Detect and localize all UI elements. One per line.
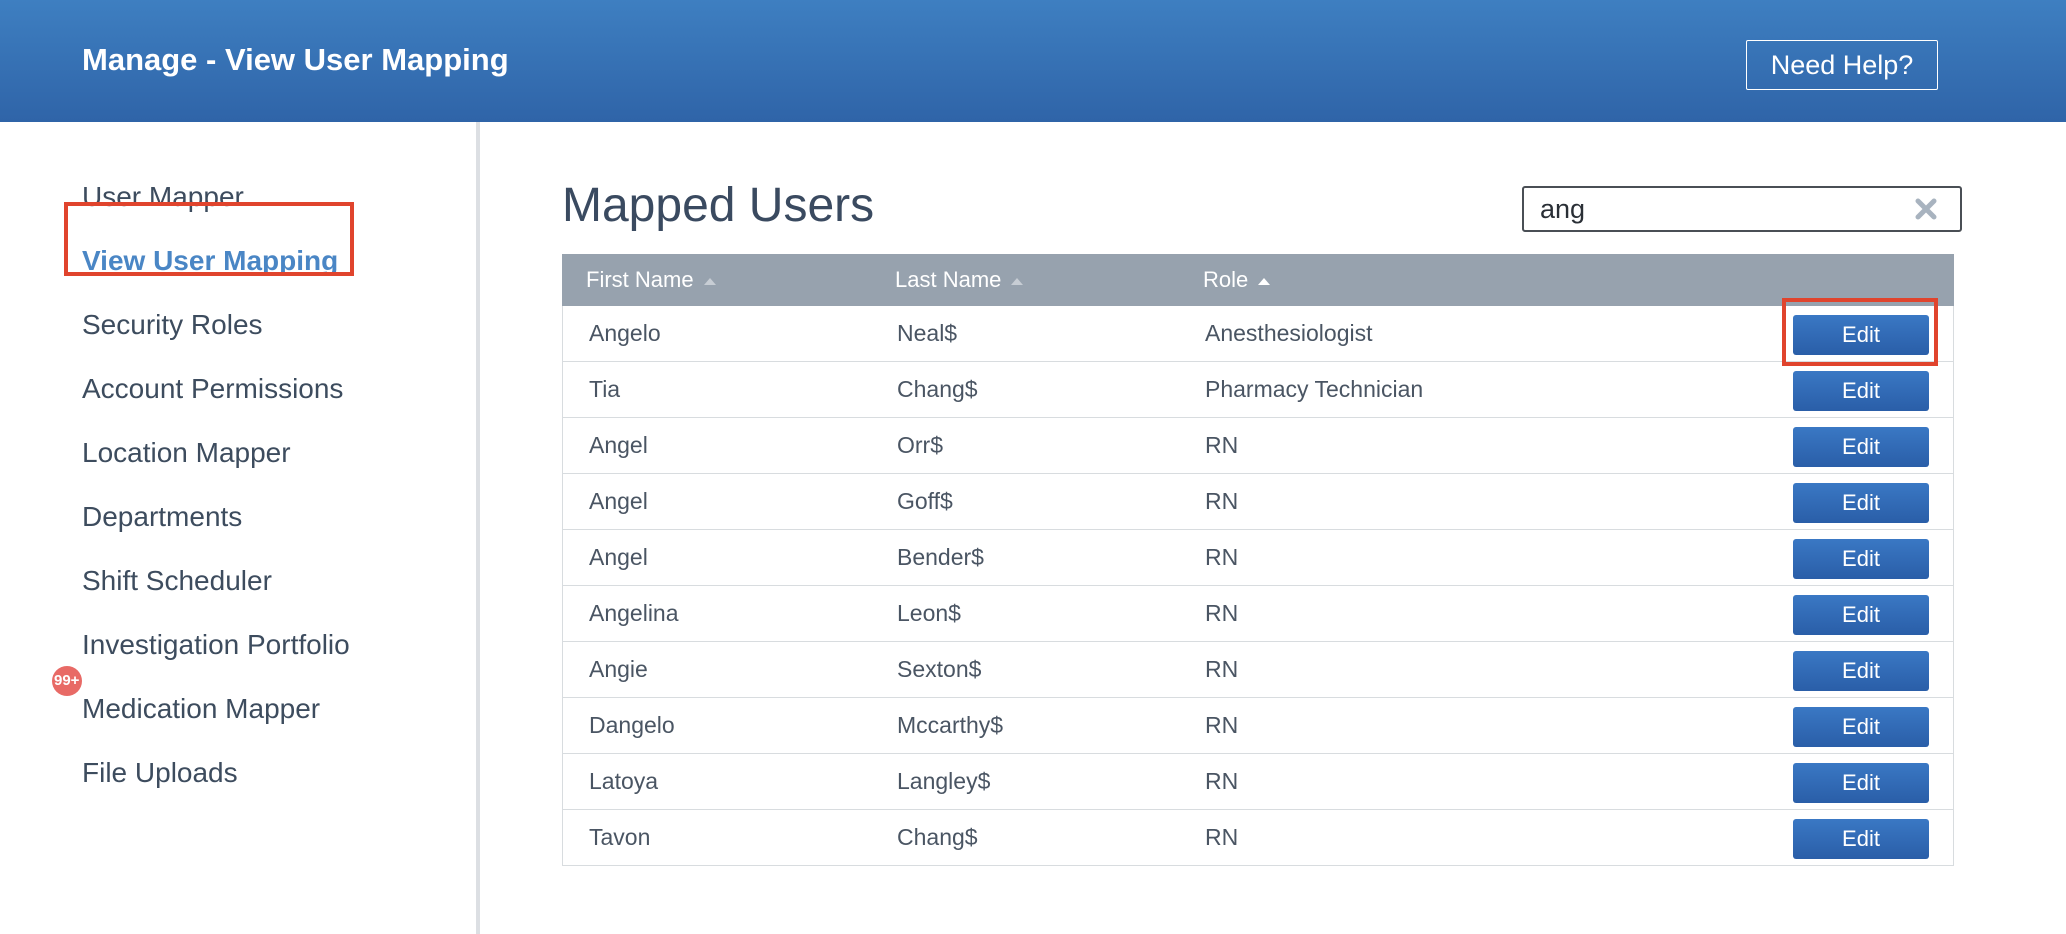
table-row: Tia Chang$ Pharmacy Technician Edit bbox=[563, 362, 1953, 418]
edit-button[interactable]: Edit bbox=[1793, 707, 1929, 747]
cell-last-name: Leon$ bbox=[897, 600, 961, 626]
cell-last-name: Goff$ bbox=[897, 488, 953, 514]
cell-role: RN bbox=[1205, 488, 1239, 514]
close-icon[interactable] bbox=[1914, 197, 1938, 221]
edit-button[interactable]: Edit bbox=[1793, 427, 1929, 467]
cell-last-name: Bender$ bbox=[897, 544, 984, 570]
cell-last-name: Mccarthy$ bbox=[897, 712, 1004, 738]
table-body: Angelo Neal$ Anesthesiologist Edit Tia C… bbox=[562, 306, 1954, 866]
edit-button[interactable]: Edit bbox=[1793, 763, 1929, 803]
cell-last-name: Sexton$ bbox=[897, 656, 982, 682]
edit-button[interactable]: Edit bbox=[1793, 539, 1929, 579]
cell-role: RN bbox=[1205, 824, 1239, 850]
cell-role: RN bbox=[1205, 544, 1239, 570]
mapped-users-table: First Name Last Name Role Angelo Neal$ A… bbox=[562, 254, 1954, 866]
page-title: Mapped Users bbox=[562, 179, 875, 232]
sidebar-item-location-mapper[interactable]: Location Mapper bbox=[82, 431, 291, 475]
column-header-label: First Name bbox=[586, 267, 694, 292]
cell-role: Pharmacy Technician bbox=[1205, 376, 1424, 402]
sidebar-item-view-user-mapping[interactable]: View User Mapping bbox=[82, 239, 338, 283]
need-help-button[interactable]: Need Help? bbox=[1746, 40, 1938, 90]
edit-button[interactable]: Edit bbox=[1793, 371, 1929, 411]
sidebar-item-departments[interactable]: Departments bbox=[82, 495, 242, 539]
search-input[interactable] bbox=[1540, 192, 1910, 226]
cell-role: RN bbox=[1205, 768, 1239, 794]
cell-role: RN bbox=[1205, 712, 1239, 738]
edit-button[interactable]: Edit bbox=[1793, 819, 1929, 859]
table-row: Latoya Langley$ RN Edit bbox=[563, 754, 1953, 810]
table-row: Angel Bender$ RN Edit bbox=[563, 530, 1953, 586]
column-header-first-name[interactable]: First Name bbox=[586, 254, 716, 306]
top-header: Manage - View User Mapping Need Help? bbox=[0, 0, 2066, 122]
table-header: First Name Last Name Role bbox=[562, 254, 1954, 306]
cell-first-name: Angie bbox=[589, 656, 648, 682]
cell-role: Anesthesiologist bbox=[1205, 320, 1373, 346]
cell-first-name: Dangelo bbox=[589, 712, 675, 738]
cell-role: RN bbox=[1205, 600, 1239, 626]
notification-badge: 99+ bbox=[52, 666, 82, 696]
column-header-label: Role bbox=[1203, 267, 1249, 292]
sidebar-item-file-uploads[interactable]: File Uploads bbox=[82, 751, 238, 795]
cell-first-name: Angel bbox=[589, 544, 648, 570]
sort-arrow-icon bbox=[1011, 277, 1024, 285]
cell-first-name: Tavon bbox=[589, 824, 651, 850]
page-header-title: Manage - View User Mapping bbox=[82, 42, 509, 77]
cell-last-name: Orr$ bbox=[897, 432, 943, 458]
edit-button[interactable]: Edit bbox=[1793, 315, 1929, 355]
sidebar-item-investigation-portfolio[interactable]: Investigation Portfolio bbox=[82, 623, 350, 667]
sort-arrow-icon bbox=[703, 277, 716, 285]
table-row: Dangelo Mccarthy$ RN Edit bbox=[563, 698, 1953, 754]
sidebar-item-account-permissions[interactable]: Account Permissions bbox=[82, 367, 343, 411]
cell-first-name: Angel bbox=[589, 432, 648, 458]
column-header-role[interactable]: Role bbox=[1203, 254, 1271, 306]
edit-button[interactable]: Edit bbox=[1793, 483, 1929, 523]
table-row: Tavon Chang$ RN Edit bbox=[563, 810, 1953, 866]
sidebar-item-user-mapper[interactable]: User Mapper bbox=[82, 175, 244, 219]
table-row: Angelina Leon$ RN Edit bbox=[563, 586, 1953, 642]
cell-first-name: Latoya bbox=[589, 768, 659, 794]
column-header-label: Last Name bbox=[895, 267, 1002, 292]
sort-arrow-icon bbox=[1258, 277, 1271, 285]
cell-last-name: Langley$ bbox=[897, 768, 991, 794]
cell-first-name: Angel bbox=[589, 488, 648, 514]
sidebar-item-medication-mapper[interactable]: Medication Mapper bbox=[82, 687, 320, 731]
search-field bbox=[1522, 186, 1962, 232]
cell-role: RN bbox=[1205, 432, 1239, 458]
table-row: Angie Sexton$ RN Edit bbox=[563, 642, 1953, 698]
cell-last-name: Chang$ bbox=[897, 824, 978, 850]
cell-first-name: Tia bbox=[589, 376, 621, 402]
sidebar-item-shift-scheduler[interactable]: Shift Scheduler bbox=[82, 559, 272, 603]
cell-first-name: Angelina bbox=[589, 600, 679, 626]
column-header-last-name[interactable]: Last Name bbox=[895, 254, 1024, 306]
cell-last-name: Chang$ bbox=[897, 376, 978, 402]
cell-last-name: Neal$ bbox=[897, 320, 958, 346]
table-row: Angelo Neal$ Anesthesiologist Edit bbox=[563, 306, 1953, 362]
edit-button[interactable]: Edit bbox=[1793, 595, 1929, 635]
cell-first-name: Angelo bbox=[589, 320, 661, 346]
table-row: Angel Orr$ RN Edit bbox=[563, 418, 1953, 474]
cell-role: RN bbox=[1205, 656, 1239, 682]
sidebar-nav: User Mapper View User Mapping Security R… bbox=[0, 122, 480, 934]
table-row: Angel Goff$ RN Edit bbox=[563, 474, 1953, 530]
edit-button[interactable]: Edit bbox=[1793, 651, 1929, 691]
sidebar-item-security-roles[interactable]: Security Roles bbox=[82, 303, 263, 347]
